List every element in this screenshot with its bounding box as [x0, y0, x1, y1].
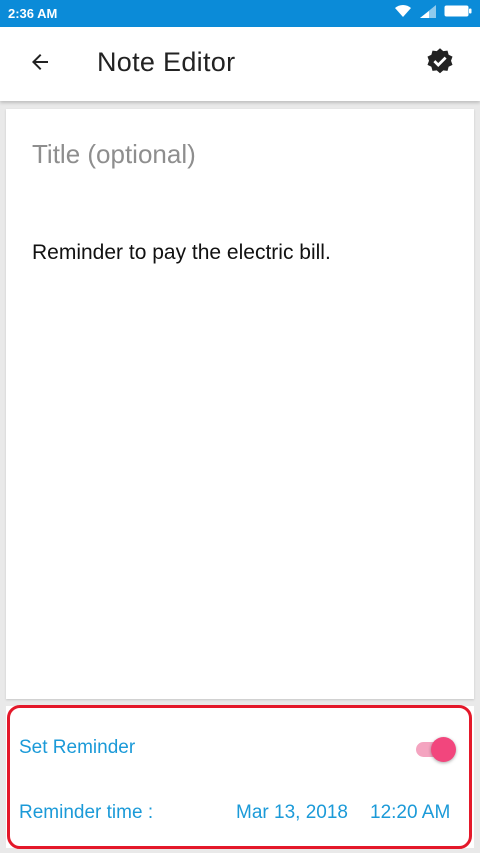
status-bar: 2:36 AM — [0, 0, 480, 27]
toggle-thumb — [431, 737, 456, 762]
signal-icon — [420, 4, 436, 23]
page-title: Note Editor — [97, 47, 236, 77]
wifi-icon — [394, 4, 412, 23]
back-button[interactable] — [20, 44, 60, 84]
verified-badge-icon — [425, 47, 455, 82]
status-time: 2:36 AM — [8, 6, 58, 21]
app-bar: Note Editor — [0, 27, 480, 101]
reminder-time-label: Reminder time : — [19, 802, 154, 823]
reminder-toggle[interactable] — [414, 735, 458, 763]
title-input[interactable]: Title (optional) — [32, 139, 452, 170]
save-button[interactable] — [420, 44, 460, 84]
reminder-time-value[interactable]: 12:20 AM — [370, 802, 450, 824]
status-icons — [394, 4, 472, 23]
battery-icon — [444, 4, 472, 23]
set-reminder-label: Set Reminder — [19, 737, 136, 758]
note-editor-card: Title (optional) Reminder to pay the ele… — [6, 109, 474, 699]
note-body-input[interactable]: Reminder to pay the electric bill. — [32, 241, 452, 265]
arrow-back-icon — [28, 50, 52, 79]
reminder-panel: Set Reminder Reminder time : Mar 13, 201… — [6, 706, 474, 848]
reminder-date-value[interactable]: Mar 13, 2018 — [236, 802, 348, 824]
